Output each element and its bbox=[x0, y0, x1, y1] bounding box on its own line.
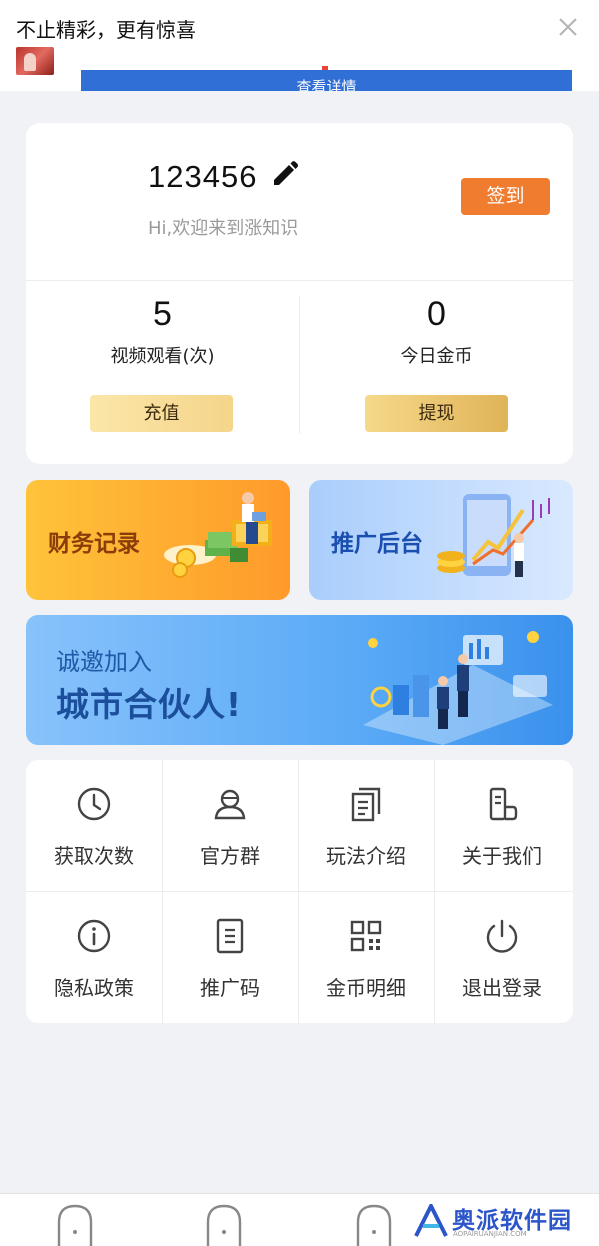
partner-illustration bbox=[363, 631, 553, 745]
ad-view-details-button[interactable]: 查看详情 bbox=[81, 70, 572, 91]
promo-code-icon bbox=[216, 918, 244, 954]
clock-icon bbox=[77, 787, 111, 821]
info-icon bbox=[77, 919, 111, 953]
group-icon bbox=[214, 789, 246, 820]
menu-item-label: 玩法介绍 bbox=[326, 844, 406, 868]
menu-item-label: 关于我们 bbox=[462, 844, 542, 868]
menu-item-how-to-play[interactable]: 玩法介绍 bbox=[298, 760, 434, 891]
info-card-icon bbox=[489, 787, 518, 821]
user-card: 123456 Hi,欢迎来到涨知识 签到 5 视频观看(次) 0 今日金币 充值… bbox=[26, 123, 573, 464]
tile-label: 推广后台 bbox=[331, 531, 423, 557]
promotion-illustration bbox=[437, 494, 550, 577]
watermark-logo-icon bbox=[414, 1204, 448, 1237]
stat-label: 今日金币 bbox=[400, 346, 473, 367]
menu-item-label: 金币明细 bbox=[326, 976, 406, 1000]
tile-label: 财务记录 bbox=[48, 531, 140, 557]
stat-value: 0 bbox=[427, 295, 446, 333]
menu-item-about-us[interactable]: 关于我们 bbox=[434, 760, 570, 891]
promotion-backend-tile[interactable]: 推广后台 bbox=[309, 480, 573, 600]
stat-value: 5 bbox=[153, 295, 172, 333]
sign-in-button[interactable]: 签到 bbox=[461, 178, 550, 215]
watermark-subtext: AOPAIRUANJIAN.COM bbox=[453, 1230, 527, 1238]
menu-item-privacy-policy[interactable]: 隐私政策 bbox=[26, 892, 162, 1023]
video-tab-icon[interactable] bbox=[205, 1202, 243, 1246]
menu-item-get-count[interactable]: 获取次数 bbox=[26, 760, 162, 891]
profile-tab-icon[interactable] bbox=[355, 1202, 393, 1246]
menu-item-label: 隐私政策 bbox=[54, 976, 134, 1000]
document-icon bbox=[351, 787, 381, 822]
welcome-text: Hi,欢迎来到涨知识 bbox=[148, 218, 299, 239]
menu-item-label: 获取次数 bbox=[54, 844, 134, 868]
video-views-stat: 5 视频观看(次) bbox=[26, 295, 299, 368]
watermark: 奥派软件园 AOPAIRUANJIAN.COM bbox=[412, 1201, 594, 1241]
qr-code-icon bbox=[350, 920, 382, 952]
recharge-button[interactable]: 充值 bbox=[90, 395, 233, 432]
stat-label: 视频观看(次) bbox=[110, 346, 215, 367]
ad-thumbnail[interactable] bbox=[16, 47, 54, 75]
today-coins-stat: 0 今日金币 bbox=[300, 295, 573, 368]
menu-item-official-group[interactable]: 官方群 bbox=[162, 760, 298, 891]
bottom-navigation: 奥派软件园 AOPAIRUANJIAN.COM bbox=[0, 1193, 599, 1246]
finance-illustration bbox=[164, 492, 272, 578]
city-partner-banner[interactable]: 诚邀加入 城市合伙人! bbox=[26, 615, 573, 745]
menu-item-label: 官方群 bbox=[200, 844, 260, 868]
ad-banner[interactable]: 不止精彩，更有惊喜 查看详情 bbox=[0, 0, 599, 91]
finance-records-tile[interactable]: 财务记录 bbox=[26, 480, 290, 600]
close-icon[interactable] bbox=[555, 14, 581, 40]
partner-subtitle: 诚邀加入 bbox=[56, 648, 152, 676]
menu-item-label: 退出登录 bbox=[462, 976, 542, 1000]
home-tab-icon[interactable] bbox=[56, 1202, 94, 1246]
function-menu: 获取次数 官方群 玩法介绍 关于我们 隐私政策 推广码 金币明细 退出登录 bbox=[26, 760, 573, 1023]
power-icon bbox=[486, 919, 518, 953]
menu-item-label: 推广码 bbox=[200, 976, 260, 1000]
menu-item-promo-code[interactable]: 推广码 bbox=[162, 892, 298, 1023]
edit-icon[interactable] bbox=[269, 159, 301, 191]
ad-title: 不止精彩，更有惊喜 bbox=[16, 18, 196, 42]
menu-item-logout[interactable]: 退出登录 bbox=[434, 892, 570, 1023]
divider bbox=[26, 280, 573, 281]
partner-title: 城市合伙人! bbox=[56, 685, 243, 724]
user-id: 123456 bbox=[148, 159, 258, 194]
withdraw-button[interactable]: 提现 bbox=[365, 395, 508, 432]
menu-item-coin-details[interactable]: 金币明细 bbox=[298, 892, 434, 1023]
